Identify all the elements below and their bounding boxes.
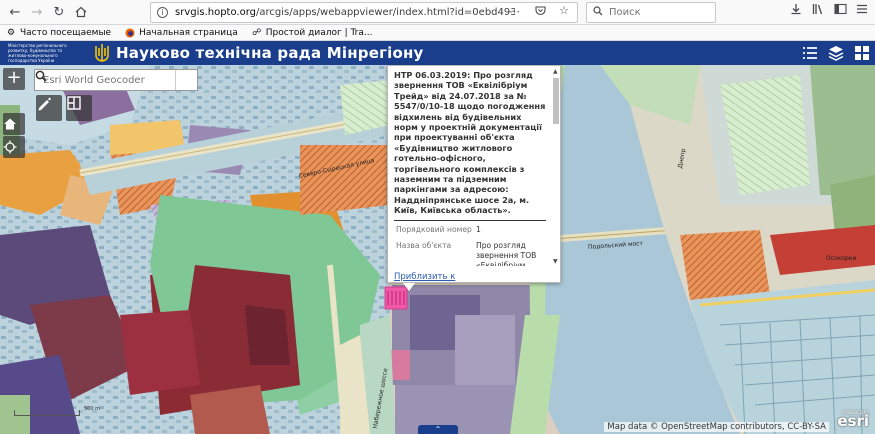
home-icon[interactable]: [70, 1, 92, 23]
search-icon: [593, 6, 603, 19]
app-title: Науково технічна рада Мінрегіону: [116, 44, 424, 62]
app-header: Міністерство регіонального розвитку, буд…: [0, 41, 875, 65]
dialog-icon: ☍: [252, 27, 262, 38]
draw-tool-button[interactable]: [36, 95, 62, 121]
map-view[interactable]: Северо-Сырецкая улица Днепр Подольский м…: [0, 65, 875, 434]
scale-label: 500 m: [84, 406, 101, 412]
attribute-key: Порядковий номер: [396, 224, 472, 234]
menu-icon[interactable]: [856, 3, 868, 18]
bookmark-start-page[interactable]: Начальная страница: [125, 28, 238, 38]
firefox-icon: [125, 28, 135, 38]
zoom-to-link[interactable]: Приблизить к: [394, 272, 455, 282]
popup-content: НТР 06.03.2019: Про розгляд звернення ТО…: [388, 66, 552, 266]
collapse-panel-button[interactable]: ⌃: [418, 425, 458, 434]
home-icon: [4, 118, 16, 130]
popup-attribute-row: Порядковий номер 1: [394, 225, 546, 235]
address-bar[interactable]: i srvgis.hopto.org/arcgis/apps/webappvie…: [150, 2, 578, 23]
search-placeholder: Поиск: [609, 7, 641, 18]
locate-button[interactable]: [3, 136, 25, 158]
search-button[interactable]: [35, 70, 197, 90]
sidebar-icon[interactable]: [834, 3, 847, 18]
bookmark-most-visited[interactable]: ⚙ Часто посещаемые: [6, 28, 111, 38]
pencil-icon: [38, 97, 51, 111]
download-icon[interactable]: [790, 3, 802, 18]
zoom-in-button[interactable]: +: [3, 68, 25, 90]
bookmark-star-icon[interactable]: ☆: [559, 4, 569, 17]
feature-popup[interactable]: НТР 06.03.2019: Про розгляд звернення ТО…: [387, 65, 561, 283]
scroll-up-icon[interactable]: ▲: [553, 68, 559, 75]
layers-icon[interactable]: [827, 44, 845, 62]
district-label: Осокорки: [826, 255, 857, 262]
popup-attribute-row: Назва об'єкта Про розгляд звернення ТОВ …: [394, 241, 546, 266]
search-bar[interactable]: Поиск: [586, 2, 716, 23]
forward-icon[interactable]: →: [26, 1, 48, 23]
scroll-down-icon[interactable]: ▼: [553, 258, 559, 265]
list-icon[interactable]: [801, 44, 819, 62]
page-actions-icon[interactable]: ⋯: [509, 5, 520, 18]
geocoder-input[interactable]: [35, 70, 175, 90]
split-view-icon: [67, 96, 81, 110]
scale-bar: [14, 410, 80, 416]
pocket-icon[interactable]: [535, 5, 546, 19]
ministry-logo-text: Міністерство регіонального розвитку, буд…: [8, 43, 67, 63]
back-icon[interactable]: ←: [4, 1, 26, 23]
site-info-icon[interactable]: i: [157, 7, 168, 18]
grid-icon[interactable]: [853, 44, 871, 62]
reload-icon[interactable]: ↻: [48, 1, 70, 23]
attribute-value: 1: [476, 224, 481, 234]
attribute-value: Про розгляд звернення ТОВ «Еквілібріум Т…: [476, 240, 537, 266]
geocoder[interactable]: [34, 69, 198, 91]
library-icon[interactable]: [812, 3, 825, 18]
home-extent-button[interactable]: [3, 113, 25, 135]
trident-icon: [95, 44, 109, 62]
attribute-key: Назва об'єкта: [396, 240, 452, 250]
bookmark-dialog[interactable]: ☍ Простой диалог | Tra...: [252, 27, 372, 38]
popup-pointer: [403, 283, 415, 291]
gear-icon: ⚙: [6, 27, 16, 38]
popup-divider: [394, 219, 546, 221]
scroll-thumb[interactable]: [553, 78, 559, 124]
map-attribution: Map data © OpenStreetMap contributors, C…: [604, 422, 829, 432]
browser-toolbar: ← → ↻ i srvgis.hopto.org/arcgis/apps/web…: [0, 0, 875, 25]
popup-title: НТР 06.03.2019: Про розгляд звернення ТО…: [394, 70, 546, 216]
bookmarks-toolbar: ⚙ Часто посещаемые Начальная страница ☍ …: [0, 25, 875, 41]
search-icon: [35, 70, 47, 82]
popup-scrollbar[interactable]: ▲ ▼: [552, 68, 560, 266]
esri-logo[interactable]: POWERED BY esri: [837, 410, 869, 430]
swipe-tool-button[interactable]: [66, 95, 92, 121]
url-text: srvgis.hopto.org/arcgis/apps/webappviewe…: [175, 7, 515, 18]
locate-icon: [3, 140, 17, 154]
